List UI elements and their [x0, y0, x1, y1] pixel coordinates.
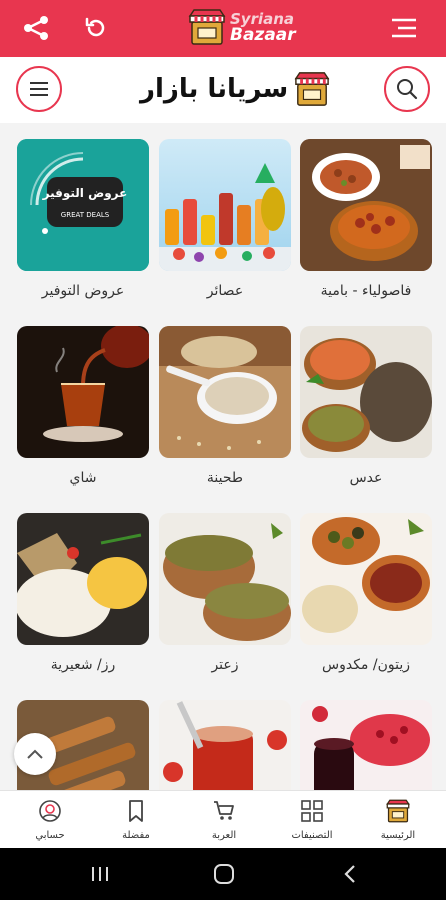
store-logo-icon [294, 72, 330, 106]
system-navigation-bar [0, 848, 446, 900]
brand-name: سريانا بازار [140, 74, 289, 104]
nav-account[interactable]: حسابي [10, 799, 90, 841]
category-card[interactable]: زيتون/ مكدوس [300, 513, 432, 673]
category-label: عدس [349, 470, 383, 486]
save-offers-image: عروض التوفير GREAT DEALS [17, 139, 149, 271]
nav-home[interactable]: الرئيسية [358, 799, 438, 841]
home-store-icon [386, 799, 410, 823]
home-button-icon[interactable] [212, 862, 236, 886]
category-card[interactable]: عدس [300, 326, 432, 486]
category-card[interactable] [300, 700, 432, 790]
back-icon[interactable] [338, 862, 362, 886]
brand-title: سريانا بازار [140, 71, 330, 107]
zaatar-image [159, 513, 291, 645]
category-grid: عروض التوفير GREAT DEALS عروض التوفير عص… [0, 123, 446, 790]
refresh-icon[interactable] [78, 10, 114, 46]
bookmark-icon [129, 800, 143, 822]
cart-icon [214, 801, 234, 820]
share-icon[interactable] [18, 10, 54, 46]
menu-list-icon[interactable] [386, 10, 422, 46]
category-card[interactable]: طحينة [159, 326, 291, 486]
badge-title: عروض التوفير [42, 186, 128, 201]
search-button[interactable] [384, 66, 430, 112]
categories-icon [301, 800, 323, 822]
beans-okra-image [300, 139, 432, 271]
category-card[interactable]: زعتر [159, 513, 291, 673]
category-label: زيتون/ مكدوس [322, 657, 410, 673]
tea-image [17, 326, 149, 458]
search-icon [397, 79, 418, 100]
pomegranate-molasses-image [300, 700, 432, 790]
scroll-to-top-button[interactable] [14, 733, 56, 775]
nav-label: مفضلة [122, 830, 150, 841]
app-logo: Syriana Bazaar [188, 8, 296, 46]
nav-label: الرئيسية [380, 830, 416, 841]
logo-line-2: Bazaar [230, 25, 296, 45]
category-card[interactable]: عصائر [159, 139, 291, 299]
category-label: فاصولياء - بامية [320, 283, 412, 299]
account-icon [39, 800, 61, 822]
store-logo-icon [188, 9, 226, 45]
brand-header: سريانا بازار [0, 57, 446, 123]
category-label: عصائر [206, 283, 244, 299]
bottom-navigation: الرئيسية التصنيفات العربة مفضلة حسابي [0, 790, 446, 848]
category-card[interactable]: رز/ شعيرية [17, 513, 149, 673]
badge-subtitle: GREAT DEALS [61, 211, 110, 219]
nav-label: التصنيفات [291, 830, 333, 841]
category-label: رز/ شعيرية [50, 657, 116, 673]
nav-cart[interactable]: العربة [184, 799, 264, 841]
hamburger-menu-button[interactable] [16, 66, 62, 112]
tomato-paste-image [159, 700, 291, 790]
category-label: طحينة [206, 470, 244, 486]
category-card[interactable]: عروض التوفير GREAT DEALS عروض التوفير [17, 139, 149, 299]
nav-favorites[interactable]: مفضلة [96, 799, 176, 841]
category-label: زعتر [211, 657, 239, 673]
category-card[interactable]: فاصولياء - بامية [300, 139, 432, 299]
tahini-image [159, 326, 291, 458]
lentils-image [300, 326, 432, 458]
category-card[interactable] [159, 700, 291, 790]
top-app-bar: Syriana Bazaar [0, 0, 446, 57]
category-label: شاي [69, 470, 97, 486]
juices-image [159, 139, 291, 271]
nav-categories[interactable]: التصنيفات [272, 799, 352, 841]
category-label: عروض التوفير [41, 283, 125, 299]
category-card[interactable]: شاي [17, 326, 149, 486]
nav-label: العربة [211, 830, 237, 841]
recent-apps-icon[interactable] [88, 862, 112, 886]
olives-makdous-image [300, 513, 432, 645]
nav-label: حسابي [35, 830, 65, 841]
rice-vermicelli-image [17, 513, 149, 645]
chevron-up-icon [27, 749, 43, 759]
hamburger-icon [30, 82, 48, 96]
